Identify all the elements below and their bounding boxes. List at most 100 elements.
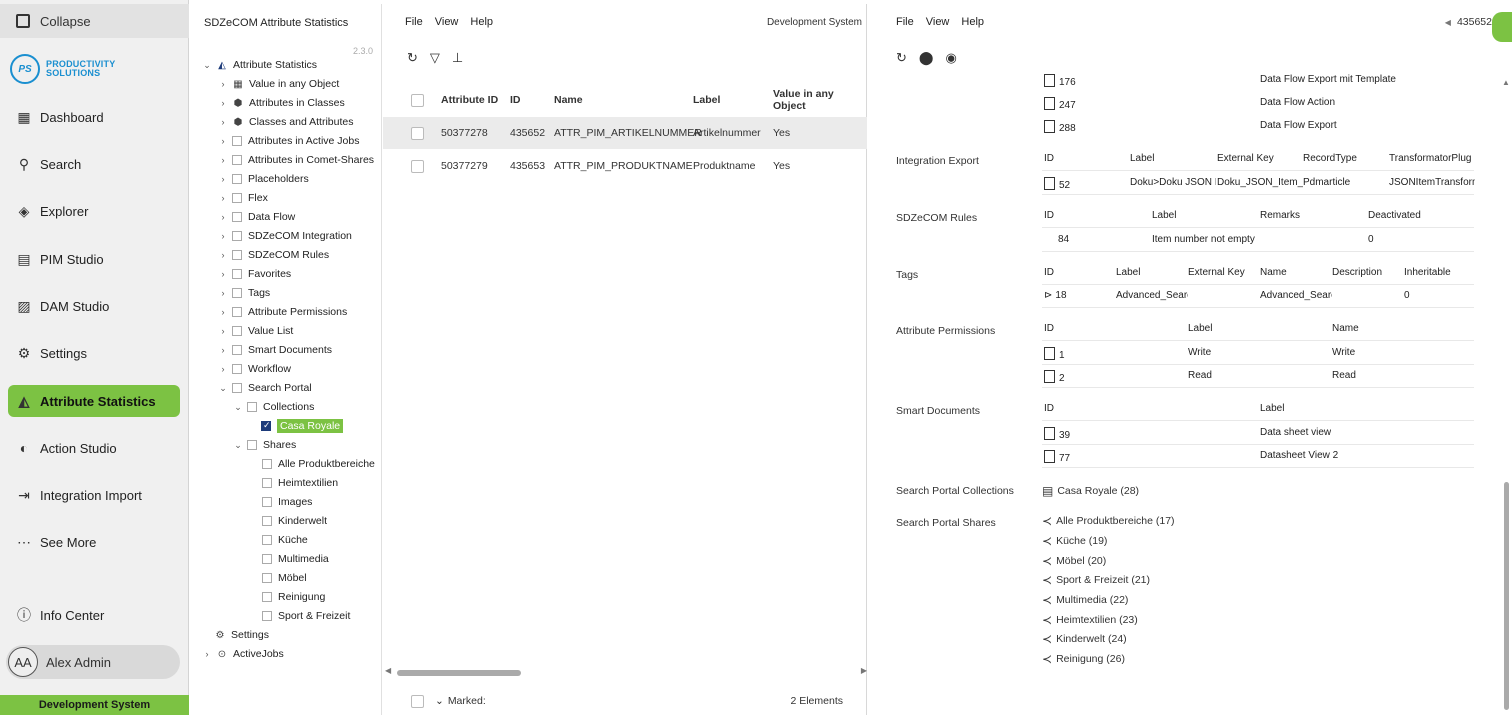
menu-view[interactable]: View [926,16,950,28]
share-item[interactable]: ≺ Multimedia (22) [1042,593,1128,607]
tree-item-settings[interactable]: ⚙ Settings [214,626,269,644]
tree-item[interactable]: › ⬢ Classes and Attributes [218,113,354,131]
tree-item[interactable]: › Attributes in Comet-Shares [218,151,375,169]
tree-checkbox[interactable] [262,535,272,545]
scrollbar-thumb[interactable] [1504,482,1509,710]
row-checkbox[interactable] [411,159,424,173]
column-header[interactable]: Name [554,94,693,106]
tree-checkbox[interactable] [262,516,272,526]
tree-item[interactable]: › Workflow [218,360,291,378]
tree-checkbox[interactable] [262,592,272,602]
tree-checkbox[interactable] [261,420,271,431]
tree-item-collections[interactable]: ⌄ Collections [233,398,314,416]
dataflow-id[interactable]: 288 [1044,120,1076,134]
tree-item-share[interactable]: Multimedia [262,550,329,568]
tree-checkbox[interactable] [262,573,272,583]
tree-item-share[interactable]: Sport & Freizeit [262,607,350,625]
tree-checkbox[interactable] [262,478,272,488]
nav-explorer[interactable]: ◈ Explorer [8,195,180,227]
share-item[interactable]: ≺ Reinigung (26) [1042,652,1125,666]
scrollbar-thumb[interactable] [397,670,521,676]
tree-item[interactable]: › Placeholders [218,170,309,188]
chevron-right-icon[interactable]: › [218,307,228,317]
tree-root[interactable]: ⌄ ◭ Attribute Statistics [202,56,317,74]
tree-checkbox[interactable] [262,459,272,469]
row-checkbox[interactable] [411,126,424,140]
chevron-right-icon[interactable]: › [218,269,228,279]
table-row[interactable]: 50377279 435653 ATTR_PIM_PRODUKTNAME Pro… [383,150,867,182]
collection-item[interactable]: ▤ Casa Royale (28) [1042,484,1139,498]
share-item[interactable]: ≺ Möbel (20) [1042,554,1106,568]
tree-checkbox[interactable] [232,326,242,336]
tree-checkbox[interactable] [262,554,272,564]
tree-checkbox[interactable] [262,497,272,507]
tree-item[interactable]: › Attribute Permissions [218,303,348,321]
chevron-down-icon[interactable]: ⌄ [435,695,444,707]
cell[interactable]: ⊳ 18 [1044,290,1067,301]
tree-checkbox[interactable] [232,155,242,165]
cell[interactable]: 84 [1058,234,1069,245]
nav-see-more[interactable]: ⋯ See More [8,526,180,558]
tree-item[interactable]: › Favorites [218,265,292,283]
chevron-right-icon[interactable]: › [218,231,228,241]
dropdown-circle-icon[interactable]: ◉ [945,50,956,66]
tree-item[interactable]: › Flex [218,189,268,207]
nav-settings[interactable]: ⚙ Settings [8,337,180,369]
nav-search[interactable]: ⚲ Search [8,148,180,180]
collapse-button[interactable]: Collapse [0,4,189,38]
menu-help[interactable]: Help [470,16,493,28]
tree-item[interactable]: › SDZeCOM Rules [218,246,330,264]
column-header[interactable]: Label [693,94,773,106]
tree-item[interactable]: › ⬢ Attributes in Classes [218,94,345,112]
chevron-right-icon[interactable]: › [218,136,228,146]
tree-checkbox[interactable] [247,402,257,412]
nav-integration-import[interactable]: ⇥ Integration Import [8,479,180,511]
filter-icon[interactable]: ▽ [430,50,440,66]
share-item[interactable]: ≺ Heimtextilien (23) [1042,613,1138,627]
vertical-scrollbar[interactable]: ▲ [1502,78,1510,714]
tree-item-share[interactable]: Alle Produktbereiche [262,455,375,473]
hierarchy-icon[interactable]: ⊥ [452,50,463,66]
chevron-right-icon[interactable]: › [218,117,228,127]
chat-icon[interactable] [1492,12,1512,42]
chevron-right-icon[interactable]: › [218,288,228,298]
tree-checkbox[interactable] [232,174,242,184]
tree-item-share[interactable]: Möbel [262,569,307,587]
refresh-icon[interactable]: ↻ [407,50,418,66]
tree-checkbox[interactable] [232,269,242,279]
table-row[interactable]: 50377278 435652 ATTR_PIM_ARTIKELNUMMER A… [383,117,867,149]
menu-file[interactable]: File [405,16,423,28]
tree-checkbox[interactable] [232,307,242,317]
dataflow-id[interactable]: 176 [1044,74,1076,88]
menu-help[interactable]: Help [961,16,984,28]
column-header[interactable]: ID [510,94,554,106]
tree-item-share[interactable]: Images [262,493,312,511]
scroll-left-icon[interactable]: ◀ [385,666,391,675]
tag-icon[interactable]: ⬤ [919,50,934,66]
chevron-down-icon[interactable]: ⌄ [233,402,243,413]
tree-item[interactable]: › Tags [218,284,271,302]
dataflow-id[interactable]: 247 [1044,97,1076,111]
horizontal-scrollbar[interactable]: ◀ ▶ [385,666,867,677]
tree-item[interactable]: › Value List [218,322,294,340]
tree-item[interactable]: › SDZeCOM Integration [218,227,352,245]
column-header[interactable]: Value in any Object [773,88,865,112]
tree-checkbox[interactable] [232,212,242,222]
scroll-right-icon[interactable]: ▶ [861,666,867,675]
select-all-checkbox[interactable] [411,93,424,107]
chevron-right-icon[interactable]: › [218,193,228,203]
share-item[interactable]: ≺ Sport & Freizeit (21) [1042,573,1150,587]
chevron-right-icon[interactable]: › [218,98,228,108]
tree-item[interactable]: › ▦ Value in any Object [218,75,340,93]
tree-item-shares[interactable]: ⌄ Shares [233,436,296,454]
tree-item[interactable]: ⌄ Search Portal [218,379,311,397]
scroll-up-icon[interactable]: ▲ [1502,78,1510,87]
chevron-right-icon[interactable]: › [202,649,212,659]
cell[interactable]: 52 [1044,177,1070,191]
tree-checkbox[interactable] [232,364,242,374]
tree-checkbox[interactable] [232,231,242,241]
nav-info-center[interactable]: ⓘ Info Center [8,599,180,631]
tree-item-share[interactable]: Küche [262,531,308,549]
tree-checkbox[interactable] [262,611,272,621]
chevron-right-icon[interactable]: › [218,326,228,336]
